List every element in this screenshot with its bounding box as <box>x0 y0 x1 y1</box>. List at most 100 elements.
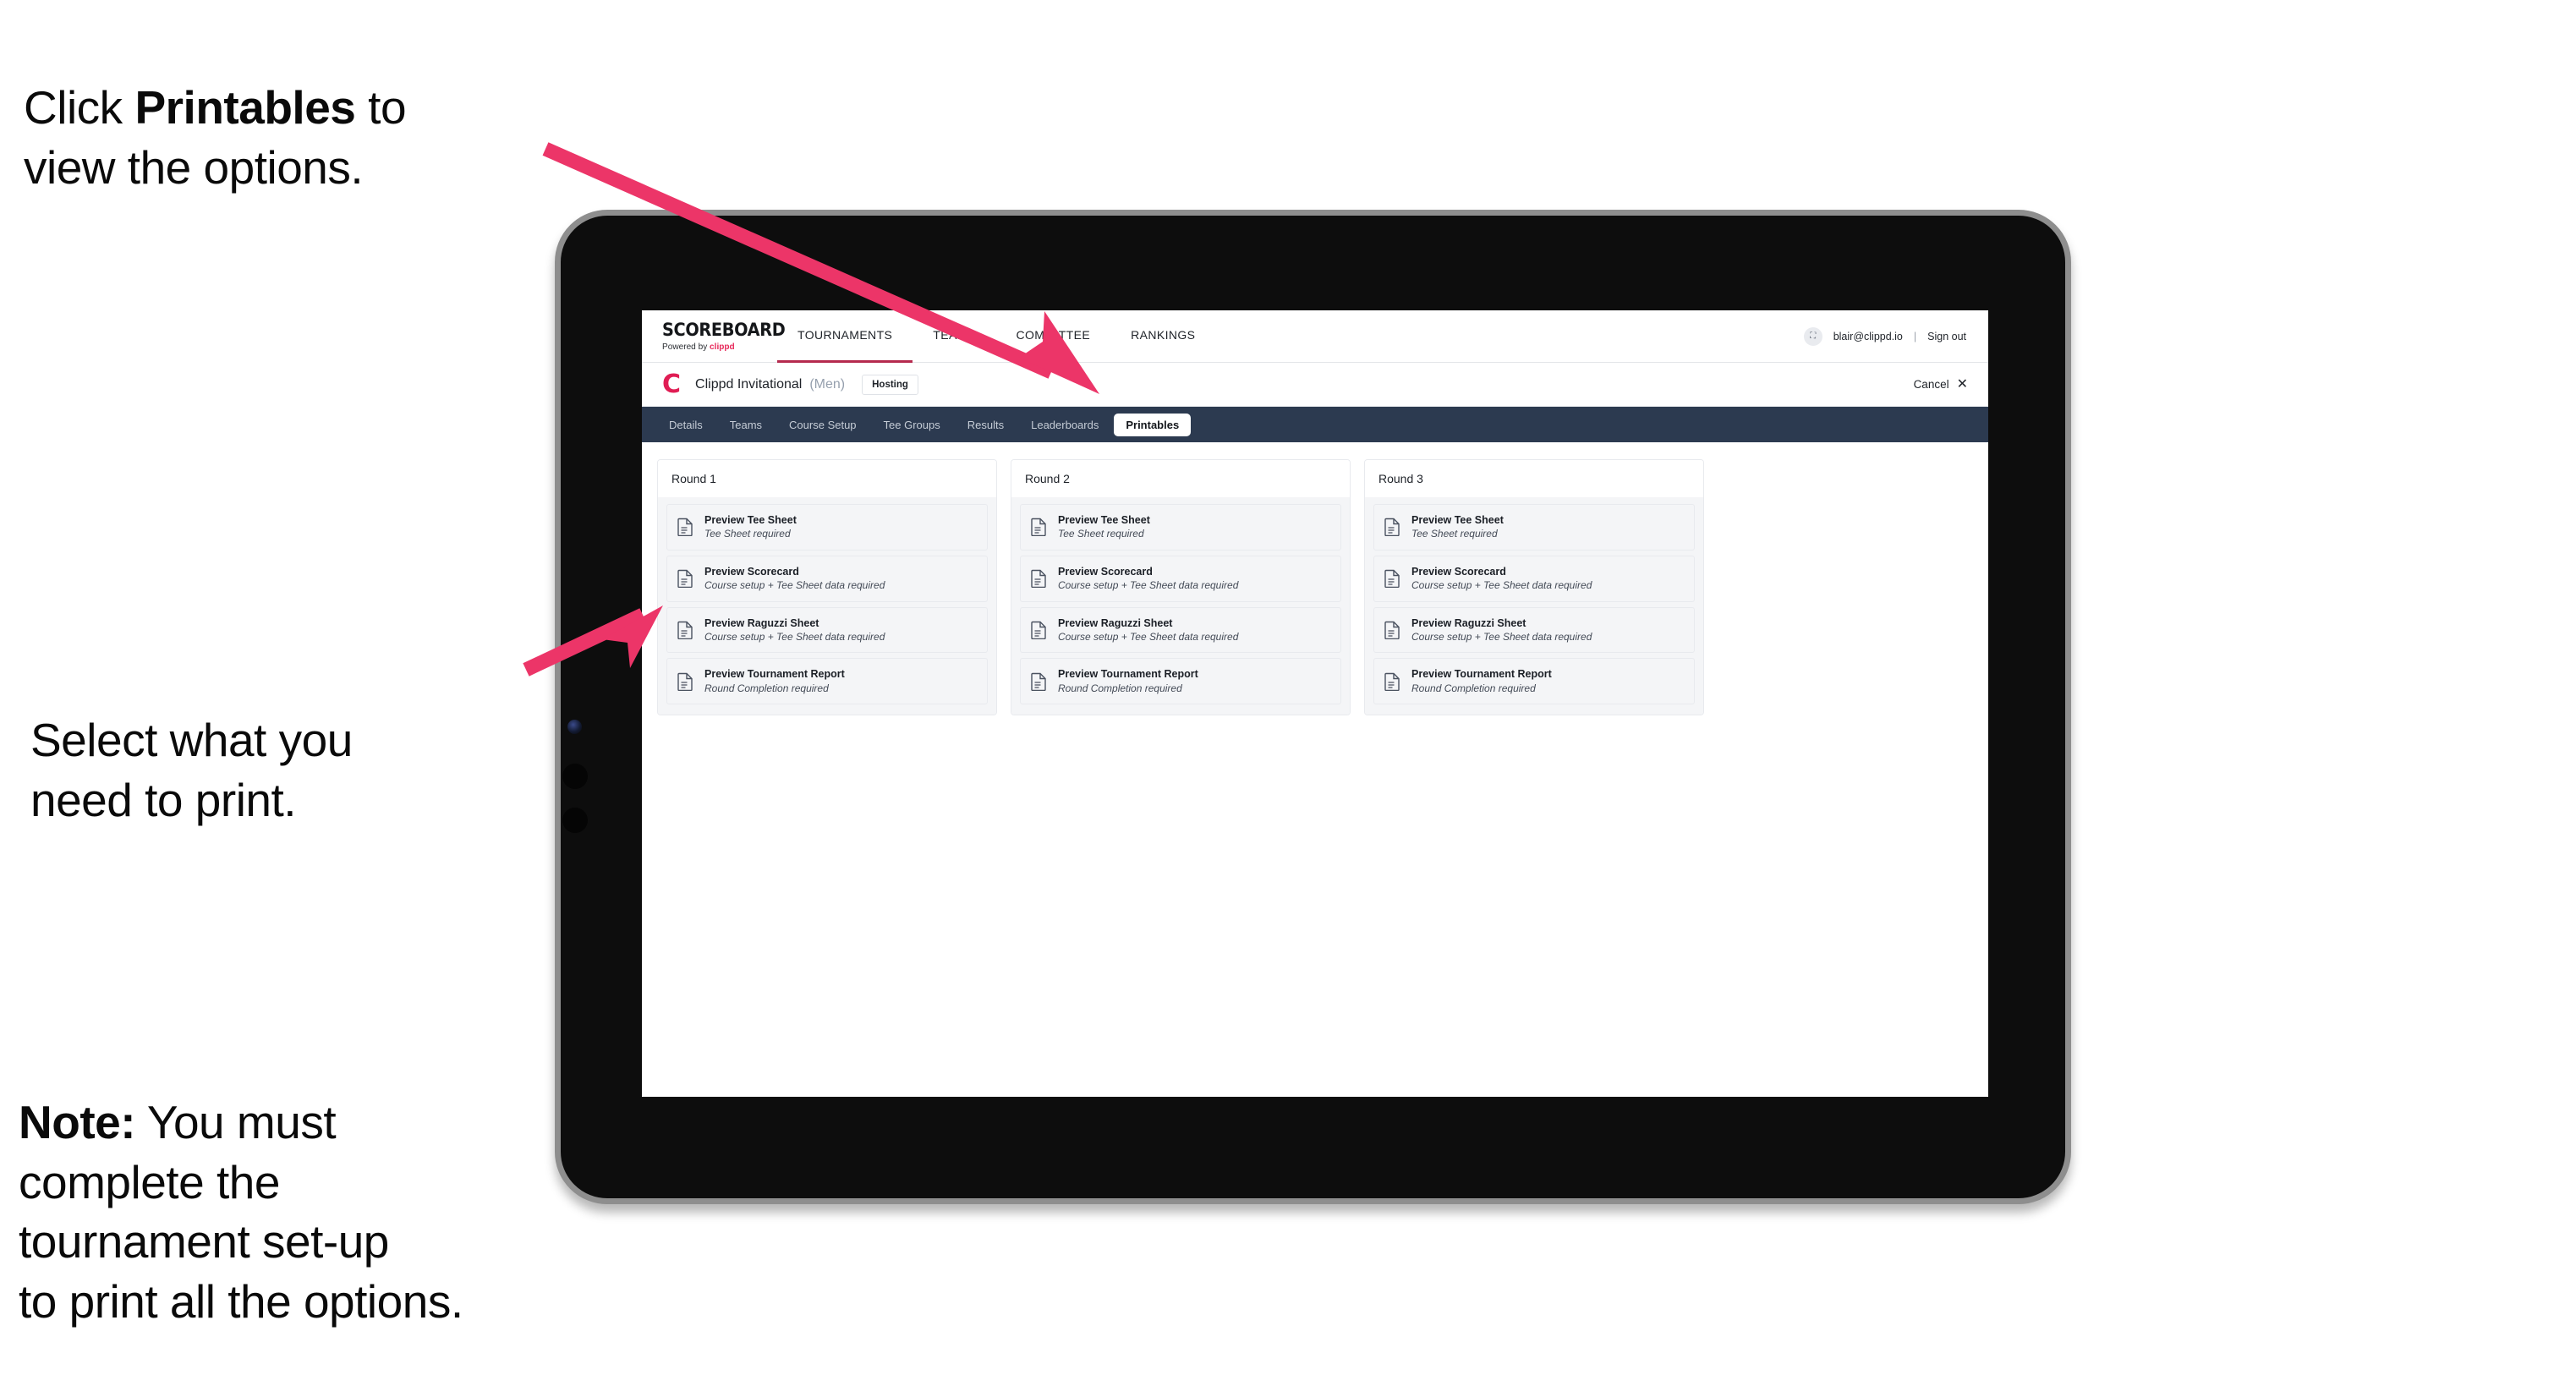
tab-label-results: Results <box>967 418 1005 431</box>
tab-tee-groups[interactable]: Tee Groups <box>872 414 952 436</box>
item-title: Preview Tournament Report <box>1411 668 1552 681</box>
printables-content: Round 1 Preview Tee Sheet Tee Sheet requ… <box>642 442 1988 733</box>
list-item[interactable]: Preview Scorecard Course setup + Tee She… <box>1373 555 1695 602</box>
tab-label-teams: Teams <box>729 418 763 431</box>
list-item[interactable]: Preview Tournament Report Round Completi… <box>1373 658 1695 705</box>
caption-3-bold: Note: <box>19 1096 136 1149</box>
tab-leaderboards[interactable]: Leaderboards <box>1019 414 1110 436</box>
round-title: Round 2 <box>1011 460 1350 497</box>
tournament-header: C Clippd Invitational (Men) Hosting Canc… <box>642 363 1988 407</box>
round-title: Round 1 <box>658 460 996 497</box>
nav-label-teams: TEAMS <box>933 328 976 342</box>
item-title: Preview Scorecard <box>1058 565 1153 578</box>
item-subtitle: Round Completion required <box>1058 682 1182 694</box>
document-icon <box>677 518 693 537</box>
item-title: Preview Scorecard <box>1411 565 1506 578</box>
round-card: Round 3 Preview Tee Sheet Tee Sheet requ… <box>1364 459 1704 716</box>
powered-prefix: Powered by <box>662 341 710 352</box>
document-icon <box>677 569 693 589</box>
tab-label-printables: Printables <box>1126 418 1180 431</box>
top-navigation-bar: SCOREBOARD Powered by clippd TOURNAMENTS… <box>642 310 1988 363</box>
tab-details[interactable]: Details <box>657 414 715 436</box>
tournament-sub-nav: Details Teams Course Setup Tee Groups Re… <box>642 407 1988 442</box>
screenshot-canvas: Click Printables to view the options. Se… <box>0 0 2576 1386</box>
list-item[interactable]: Preview Tournament Report Round Completi… <box>666 658 988 705</box>
document-icon <box>1384 672 1400 691</box>
tab-label-tee-groups: Tee Groups <box>883 418 940 431</box>
list-item[interactable]: Preview Tee Sheet Tee Sheet required <box>1020 504 1341 551</box>
nav-item-committee[interactable]: COMMITTEE <box>996 310 1111 363</box>
list-item[interactable]: Preview Raguzzi Sheet Course setup + Tee… <box>1020 606 1341 654</box>
item-subtitle: Course setup + Tee Sheet data required <box>1058 630 1239 643</box>
close-icon: ✕ <box>1956 376 1968 392</box>
round-title: Round 3 <box>1365 460 1703 497</box>
avatar[interactable]: ⛶ <box>1803 326 1822 346</box>
tournament-gender: (Men) <box>809 376 846 392</box>
document-icon <box>1031 621 1046 639</box>
tab-teams[interactable]: Teams <box>718 414 774 436</box>
tablet-device-frame: SCOREBOARD Powered by clippd TOURNAMENTS… <box>555 210 2071 1204</box>
logo-powered-by: Powered by clippd <box>662 342 773 352</box>
tab-course-setup[interactable]: Course Setup <box>777 414 869 436</box>
user-account-area: ⛶ blair@clippd.io | Sign out <box>1803 326 1988 346</box>
item-subtitle: Course setup + Tee Sheet data required <box>1411 579 1592 592</box>
powered-brand: clippd <box>710 341 735 352</box>
document-icon <box>1384 569 1400 589</box>
document-icon <box>677 621 693 639</box>
list-item[interactable]: Preview Tournament Report Round Completi… <box>1020 658 1341 705</box>
document-icon <box>1384 621 1400 639</box>
item-title: Preview Tournament Report <box>704 668 845 681</box>
tab-printables[interactable]: Printables <box>1114 413 1192 436</box>
list-item[interactable]: Preview Scorecard Course setup + Tee She… <box>1020 555 1341 602</box>
item-title: Preview Tournament Report <box>1058 668 1198 681</box>
item-title: Preview Raguzzi Sheet <box>1411 616 1526 629</box>
caption-2-suffix: Select what you need to print. <box>30 714 353 826</box>
nav-item-rankings[interactable]: RANKINGS <box>1110 310 1215 363</box>
nav-label-committee: COMMITTEE <box>1016 328 1091 342</box>
document-icon <box>1031 518 1046 537</box>
status-badge: Hosting <box>862 374 918 395</box>
caption-1-prefix: Click <box>24 81 135 134</box>
round-card: Round 2 Preview Tee Sheet Tee Sheet requ… <box>1011 459 1351 716</box>
item-subtitle: Tee Sheet required <box>1058 528 1144 540</box>
user-email: blair@clippd.io <box>1833 330 1903 342</box>
nav-item-teams[interactable]: TEAMS <box>913 310 995 363</box>
volume-up-button[interactable] <box>562 764 588 789</box>
list-item[interactable]: Preview Tee Sheet Tee Sheet required <box>666 504 988 551</box>
item-title: Preview Tee Sheet <box>704 514 797 526</box>
tab-results[interactable]: Results <box>956 414 1016 436</box>
list-item[interactable]: Preview Scorecard Course setup + Tee She… <box>666 555 988 602</box>
round-items-list: Preview Tee Sheet Tee Sheet required Pre… <box>1011 497 1350 715</box>
item-subtitle: Tee Sheet required <box>704 528 791 540</box>
nav-item-tournaments[interactable]: TOURNAMENTS <box>777 310 913 363</box>
user-separator: | <box>1913 330 1917 342</box>
camera-icon <box>567 720 582 734</box>
list-item[interactable]: Preview Tee Sheet Tee Sheet required <box>1373 504 1695 551</box>
round-card: Round 1 Preview Tee Sheet Tee Sheet requ… <box>657 459 997 716</box>
tab-label-leaderboards: Leaderboards <box>1031 418 1099 431</box>
scoreboard-logo[interactable]: SCOREBOARD Powered by clippd <box>642 320 786 352</box>
primary-nav: TOURNAMENTS TEAMS COMMITTEE RANKINGS <box>777 310 1215 363</box>
item-subtitle: Course setup + Tee Sheet data required <box>1411 630 1592 643</box>
caption-1-bold: Printables <box>134 81 356 134</box>
caption-select-what-to-print: Select what you need to print. <box>30 651 572 830</box>
document-icon <box>1384 518 1400 537</box>
list-item[interactable]: Preview Raguzzi Sheet Course setup + Tee… <box>1373 606 1695 654</box>
document-icon <box>1031 569 1046 589</box>
tournament-name: Clippd Invitational <box>695 376 803 392</box>
list-item[interactable]: Preview Raguzzi Sheet Course setup + Tee… <box>666 606 988 654</box>
round-items-list: Preview Tee Sheet Tee Sheet required Pre… <box>1365 497 1703 715</box>
item-title: Preview Raguzzi Sheet <box>704 616 819 629</box>
tab-label-details: Details <box>669 418 703 431</box>
item-title: Preview Raguzzi Sheet <box>1058 616 1173 629</box>
round-items-list: Preview Tee Sheet Tee Sheet required Pre… <box>658 497 996 715</box>
sign-out-link[interactable]: Sign out <box>1927 331 1966 342</box>
tab-label-course-setup: Course Setup <box>789 418 857 431</box>
volume-down-button[interactable] <box>562 808 588 833</box>
item-subtitle: Round Completion required <box>1411 682 1536 694</box>
caption-click-printables: Click Printables to view the options. <box>24 19 582 197</box>
clippd-logo-icon: C <box>662 369 681 399</box>
cancel-button[interactable]: Cancel ✕ <box>1914 376 1968 392</box>
item-subtitle: Round Completion required <box>704 682 829 694</box>
item-title: Preview Tee Sheet <box>1411 514 1504 526</box>
